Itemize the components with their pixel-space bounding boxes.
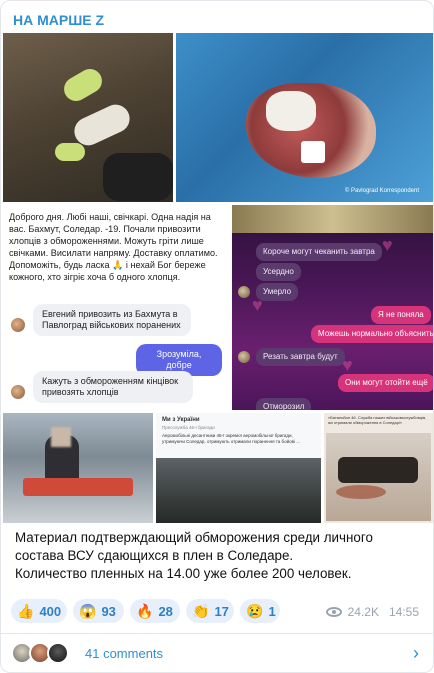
heart-icon: ♥ (382, 235, 393, 255)
post-time: 14:55 (388, 605, 419, 619)
view-count: 24.2K (347, 605, 379, 619)
glove-shape (55, 143, 85, 161)
chat-bubble: Усердно (256, 263, 301, 281)
photo-strip (232, 205, 433, 233)
chat-bubble: Евгений привозить из Бахмута в Павлоград… (33, 304, 191, 336)
post-subline: Пресслужба 46-ї бригади (162, 425, 215, 430)
eye-icon (325, 607, 342, 617)
post-header: Ми з України (162, 417, 200, 423)
photo-frostbitten-foot[interactable] (3, 33, 173, 202)
chat-bubble: Отморозил (256, 398, 312, 410)
comments-link[interactable]: 41 comments › (1, 634, 433, 672)
commenter-avatar (47, 642, 69, 664)
post-meta: 24.2K 14:55 (325, 605, 419, 619)
reaction-count: 28 (158, 603, 173, 619)
chat-bubble-reply: Можешь нормально объяснить (311, 325, 433, 343)
cry-icon: 😢 (246, 602, 264, 619)
post-caption: Материал подтверждающий обморожения сред… (15, 529, 421, 583)
screenshot-ua-chat[interactable]: Доброго дня. Любі наші, свічкарі. Одна н… (3, 205, 229, 410)
chat-bubble-reply: Я не поняла (371, 306, 431, 324)
thumbs-up-icon: 👍 (17, 602, 35, 619)
blurred-face (51, 427, 71, 447)
gauze-shape (266, 91, 316, 131)
stain-shape (336, 485, 386, 499)
reaction-fire[interactable]: 🔥 28 (130, 599, 180, 623)
reaction-scream[interactable]: 😱 93 (73, 599, 124, 623)
reaction-count: 17 (214, 603, 229, 619)
video-thumbnail (156, 458, 321, 523)
reaction-thumbs-up[interactable]: 👍 400 (11, 599, 67, 623)
reaction-count: 400 (39, 603, 62, 619)
glove-shape (59, 64, 107, 106)
screenshot-ru-chat[interactable]: ♥ ♥ ♥ Короче могут чеканить завтра Усерд… (232, 205, 433, 410)
post-body: Аеромобільні десантники 46-ї окремої аер… (162, 433, 301, 444)
photo-watermark: © Pavlograd Korrespondent (344, 188, 419, 194)
caption-line: Материал подтверждающий обморожения сред… (15, 530, 373, 563)
foot-shape (69, 100, 135, 150)
reaction-count: 93 (101, 603, 116, 619)
chat-bubble: Умерло (256, 283, 299, 301)
clap-icon: 👏 (192, 602, 210, 619)
reaction-clap[interactable]: 👏 17 (186, 599, 234, 623)
chat-bubble-reply: Они могут отойти ещё (338, 374, 433, 392)
avatar (11, 385, 25, 399)
screenshot-brigade-post[interactable]: Ми з України Пресслужба 46-ї бригади Аер… (156, 413, 321, 523)
comments-label: 41 comments (85, 646, 164, 661)
avatar (238, 351, 250, 363)
reaction-count: 1 (268, 603, 276, 619)
chat-bubble: Кажуть з обмороженням кінцівок привозять… (33, 371, 193, 403)
channel-post: НА МАРШЕ Z © Pavlograd Korrespondent Доб… (0, 0, 434, 673)
photo-stretcher[interactable] (3, 413, 153, 523)
channel-name[interactable]: НА МАРШЕ Z (13, 12, 104, 28)
screenshot-news-boots[interactable]: «Батальйон 46. Служба наших військовослу… (324, 413, 433, 523)
ua-appeal-text: Доброго дня. Любі наші, свічкарі. Одна н… (9, 212, 218, 282)
boots-shape (338, 457, 418, 483)
fire-icon: 🔥 (136, 602, 154, 619)
chat-bubble: Короче могут чеканить завтра (256, 243, 382, 261)
photo-surgical-drapes[interactable]: © Pavlograd Korrespondent (176, 33, 433, 202)
stretcher-shape (23, 478, 133, 496)
caption-line: Количество пленных на 14.00 уже более 20… (15, 566, 352, 581)
avatar (238, 286, 250, 298)
news-text: «Батальйон 46. Служба наших військовослу… (328, 415, 427, 425)
chat-bubble: Резать завтра будут (256, 348, 345, 366)
scream-icon: 😱 (79, 602, 97, 619)
reaction-cry[interactable]: 😢 1 (240, 599, 280, 623)
boot-shape (103, 153, 173, 201)
container-shape (301, 141, 325, 163)
avatar (11, 318, 25, 332)
chevron-right-icon: › (413, 643, 419, 663)
